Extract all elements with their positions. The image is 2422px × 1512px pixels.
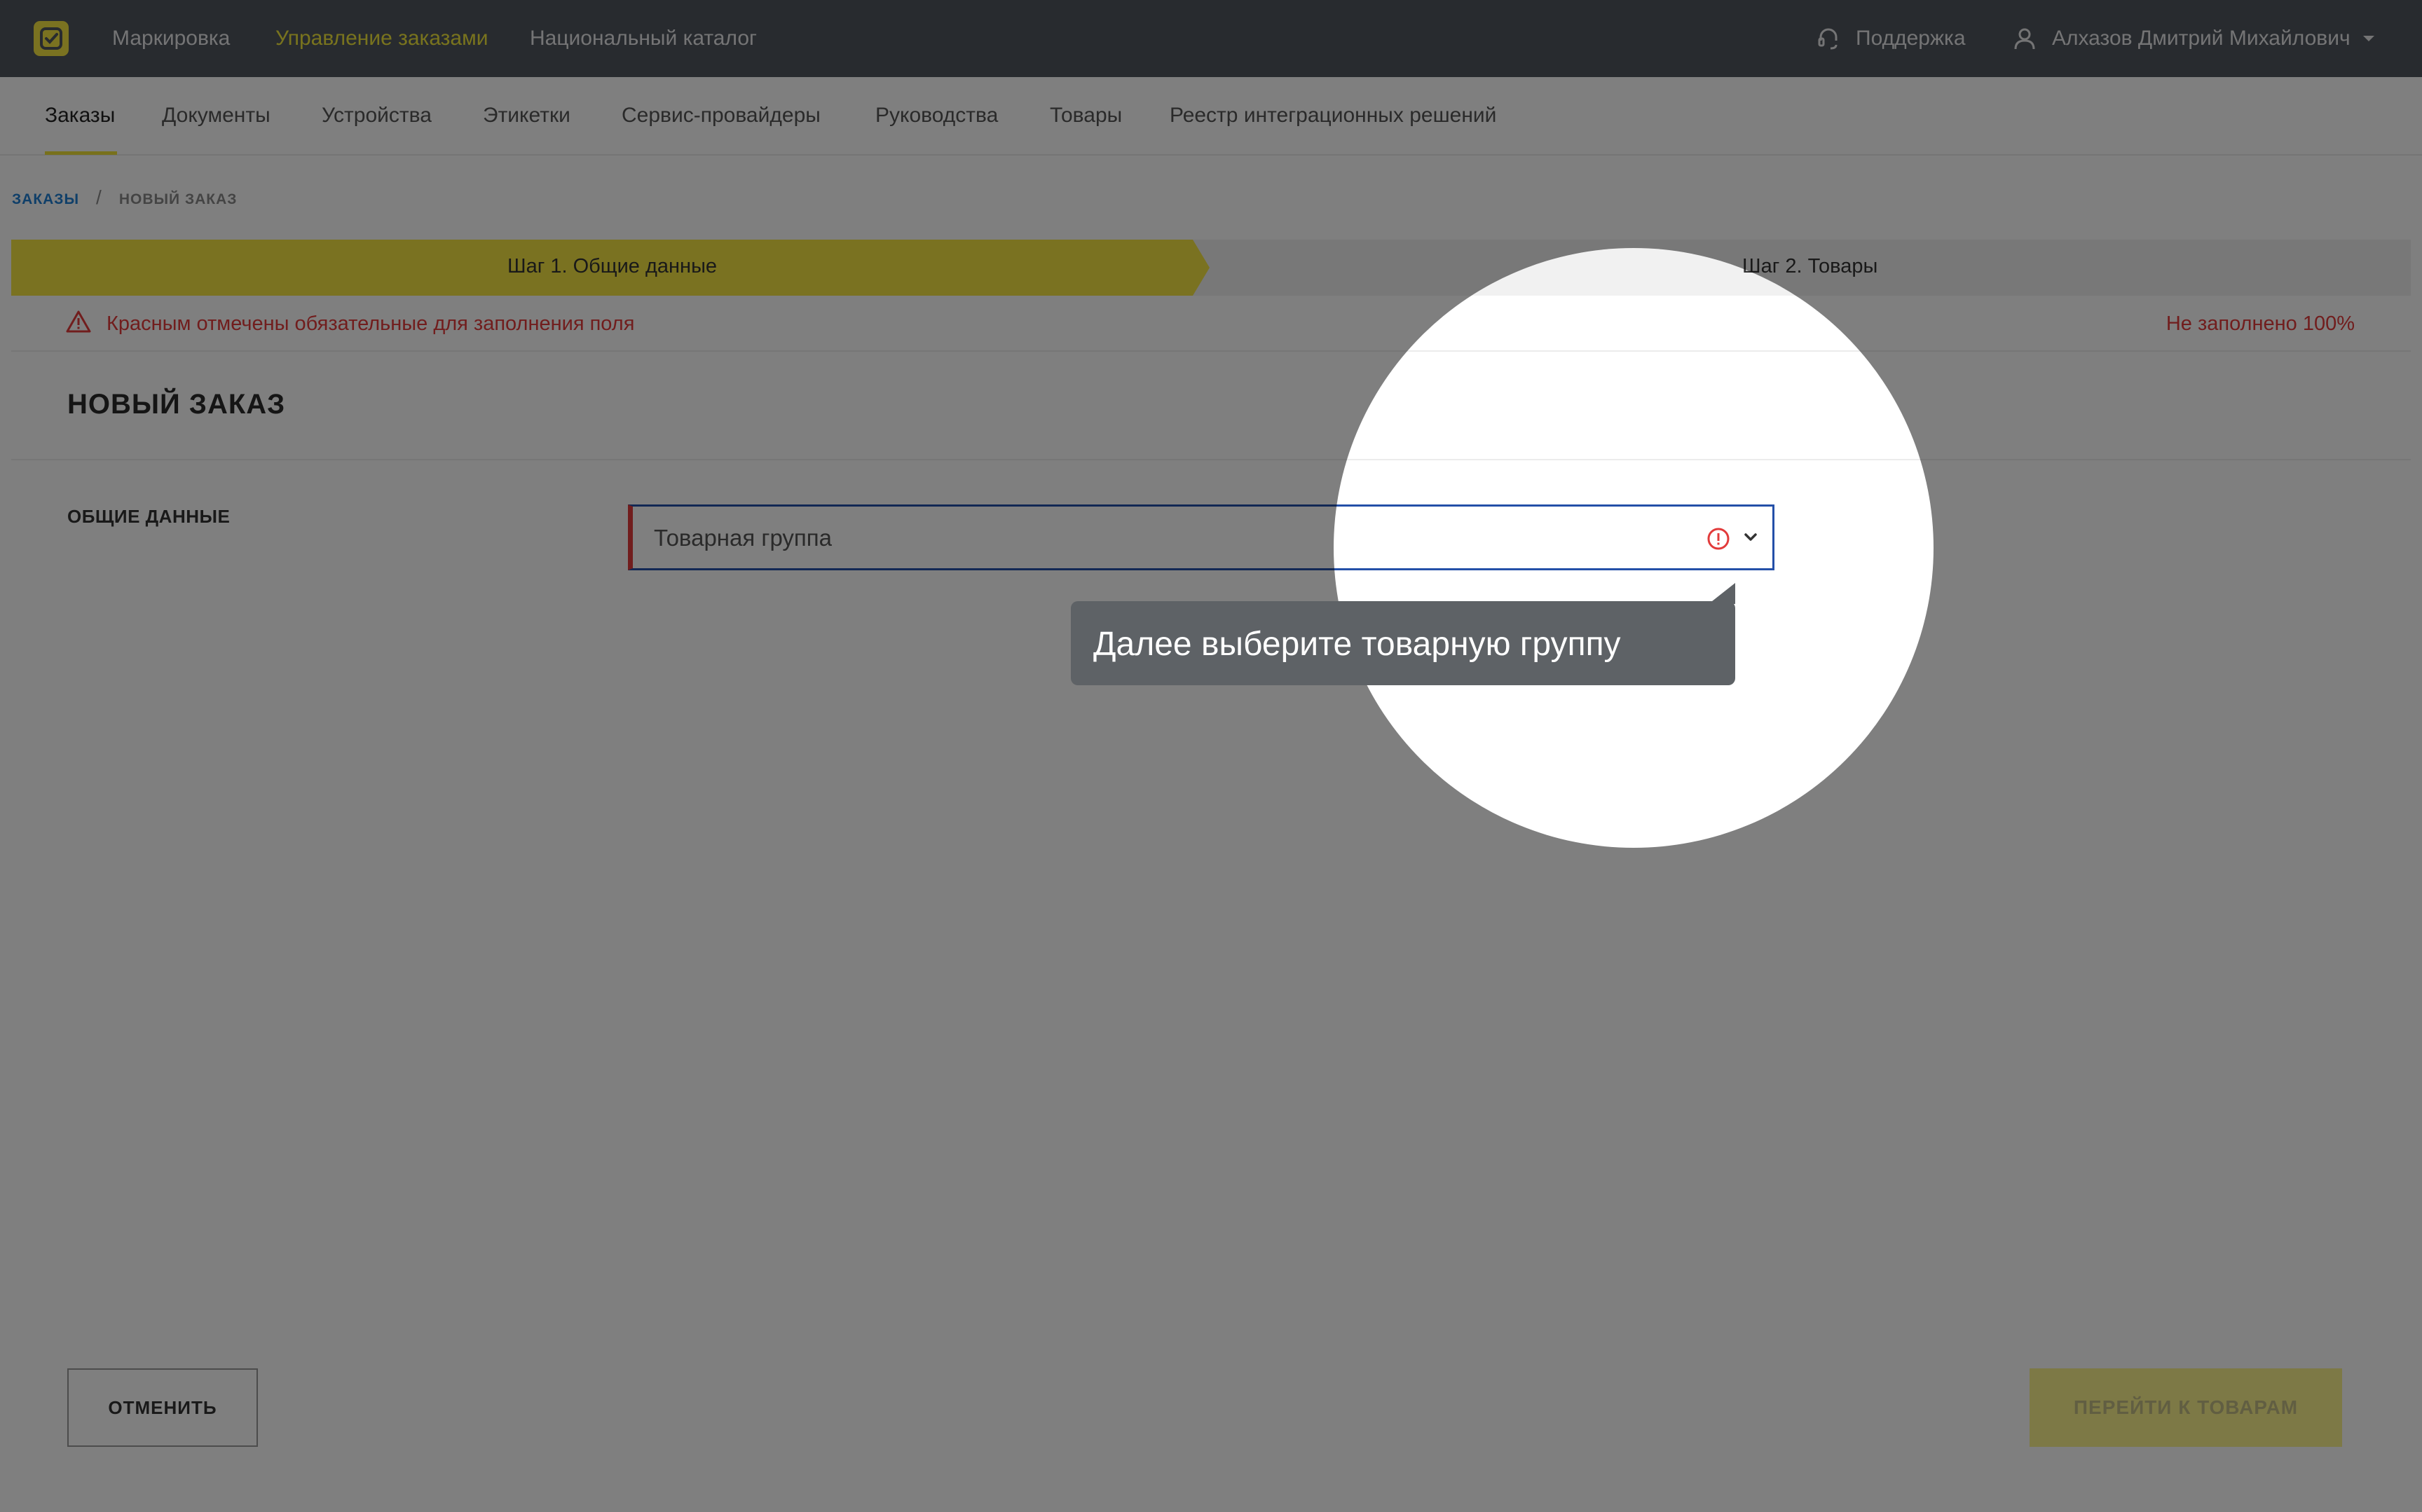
tab-labels[interactable]: Этикетки: [483, 104, 570, 128]
tooltip-text: Далее выберите товарную группу: [1093, 626, 1621, 663]
headset-icon: [1818, 28, 1838, 50]
support-link[interactable]: Поддержка: [1817, 0, 1966, 77]
order-stepper: Шаг 1. Общие данные Шаг 2. Товары: [11, 240, 2411, 296]
breadcrumb-orders-link[interactable]: ЗАКАЗЫ: [12, 191, 79, 207]
required-fields-warning: Красным отмечены обязательные для заполн…: [11, 296, 2411, 352]
fill-progress-text: Не заполнено 100%: [2166, 312, 2355, 335]
top-navigation-bar: Маркировка Управление заказами Националь…: [0, 0, 2422, 77]
tab-integration-registry[interactable]: Реестр интеграционных решений: [1170, 104, 1496, 128]
page-title: НОВЫЙ ЗАКАЗ: [67, 389, 286, 420]
chevron-down-icon: [1744, 533, 1757, 541]
title-divider: [11, 459, 2411, 460]
support-label: Поддержка: [1856, 27, 1966, 50]
go-to-products-button[interactable]: ПЕРЕЙТИ К ТОВАРАМ: [2030, 1368, 2342, 1447]
tab-service-providers[interactable]: Сервис-провайдеры: [622, 104, 821, 128]
order-form-panel: [11, 296, 2411, 1512]
product-group-placeholder: Товарная группа: [654, 525, 833, 551]
topnav-item-national-catalog[interactable]: Национальный каталог: [530, 0, 757, 77]
topnav-item-markirovka[interactable]: Маркировка: [112, 0, 230, 77]
stepper-background: [11, 240, 2411, 296]
onboarding-tooltip: Далее выберите товарную группу: [1071, 601, 1735, 685]
warning-triangle-icon: [66, 310, 91, 333]
tab-guides[interactable]: Руководства: [875, 104, 998, 128]
product-group-select[interactable]: Товарная группа: [628, 504, 1774, 570]
checkbox-logo-icon[interactable]: [34, 21, 69, 56]
user-menu[interactable]: Алхазов Дмитрий Михайлович: [2013, 0, 2376, 77]
breadcrumb-separator: /: [96, 186, 102, 208]
breadcrumb-current: НОВЫЙ ЗАКАЗ: [118, 191, 238, 207]
info-circle-icon: [1707, 528, 1730, 550]
caret-down-icon: [2362, 36, 2374, 41]
warning-text: Красным отмечены обязательные для заполн…: [107, 312, 635, 335]
breadcrumb: ЗАКАЗЫ / НОВЫЙ ЗАКАЗ: [12, 186, 237, 209]
topnav-item-order-management[interactable]: Управление заказами: [275, 0, 488, 77]
tab-devices[interactable]: Устройства: [322, 104, 432, 128]
step-2-products[interactable]: Шаг 2. Товары: [1742, 255, 1877, 278]
tab-products[interactable]: Товары: [1050, 104, 1122, 128]
section-tabs: Заказы Документы Устройства Этикетки Сер…: [0, 77, 2422, 156]
user-icon: [2014, 28, 2035, 50]
section-label-general-data: ОБЩИЕ ДАННЫЕ: [67, 506, 231, 527]
step-1-general-data[interactable]: Шаг 1. Общие данные: [507, 255, 717, 278]
active-tab-indicator: [45, 151, 117, 155]
tab-documents[interactable]: Документы: [162, 104, 271, 128]
cancel-button[interactable]: ОТМЕНИТЬ: [67, 1368, 258, 1447]
user-name: Алхазов Дмитрий Михайлович: [2052, 27, 2351, 50]
tab-orders[interactable]: Заказы: [45, 104, 115, 128]
